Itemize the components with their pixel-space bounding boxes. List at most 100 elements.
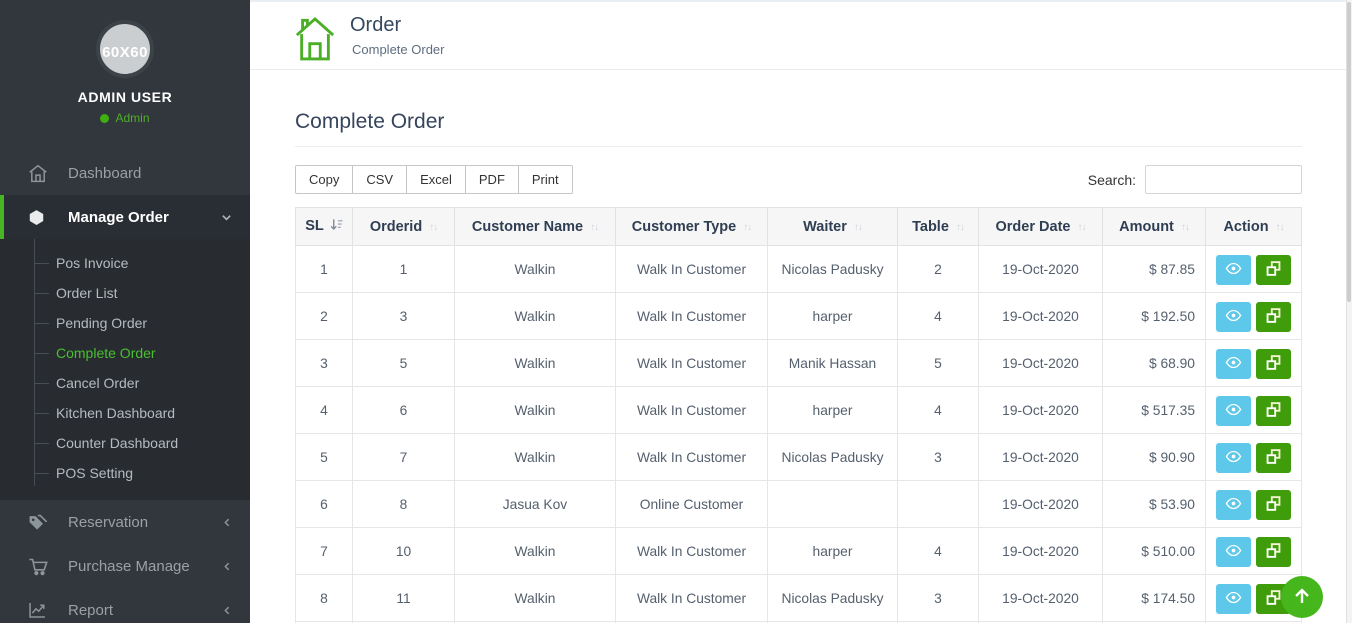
sidebar-item-label: Report	[68, 602, 113, 619]
sidebar-item-reservation[interactable]: Reservation	[0, 500, 250, 544]
arrow-up-icon	[1291, 585, 1313, 610]
clone-icon	[1265, 354, 1282, 374]
vertical-scrollbar[interactable]	[1346, 0, 1352, 623]
sidebar-item-manage-order[interactable]: Manage Order	[0, 195, 250, 239]
copy-button[interactable]: Copy	[295, 165, 353, 194]
cell-action	[1206, 293, 1302, 340]
column-header-amount[interactable]: Amount↑↓	[1103, 208, 1206, 246]
sidebar-item-label: Dashboard	[68, 165, 141, 182]
cell-amount: $ 174.50	[1103, 575, 1206, 622]
clone-button[interactable]	[1256, 537, 1291, 567]
submenu-item[interactable]: Pending Order	[0, 308, 250, 338]
cell-action	[1206, 387, 1302, 434]
scroll-to-top-button[interactable]	[1281, 576, 1323, 618]
section-heading: Complete Order	[295, 110, 1302, 147]
user-role: Admin	[0, 111, 250, 125]
cell-table: 3	[898, 434, 979, 481]
sidebar: 60X60 ADMIN USER Admin Dashboard Manage …	[0, 0, 250, 623]
submenu-item[interactable]: Order List	[0, 278, 250, 308]
clone-icon	[1265, 542, 1282, 562]
cell-table: 2	[898, 246, 979, 293]
search-input[interactable]	[1145, 165, 1302, 194]
clone-button[interactable]	[1256, 490, 1291, 520]
view-button[interactable]	[1216, 302, 1251, 332]
cell-customer-type: Walk In Customer	[616, 387, 768, 434]
view-button[interactable]	[1216, 584, 1251, 614]
submenu-item[interactable]: POS Setting	[0, 458, 250, 488]
submenu-item[interactable]: Counter Dashboard	[0, 428, 250, 458]
submenu-item[interactable]: Cancel Order	[0, 368, 250, 398]
eye-icon	[1225, 309, 1242, 325]
cell-waiter	[768, 481, 898, 528]
table-row: 3 5 Walkin Walk In Customer Manik Hassan…	[296, 340, 1302, 387]
column-header-order-date[interactable]: Order Date↑↓	[979, 208, 1103, 246]
sort-icon: ↑↓	[590, 222, 598, 233]
topbar: Order Complete Order	[250, 0, 1352, 70]
column-header-action[interactable]: Action↑↓	[1206, 208, 1302, 246]
scrollbar-thumb[interactable]	[1347, 2, 1351, 302]
cell-customer-name: Walkin	[455, 293, 616, 340]
cell-sl: 4	[296, 387, 353, 434]
column-header-orderid[interactable]: Orderid↑↓	[353, 208, 455, 246]
cell-customer-name: Walkin	[455, 246, 616, 293]
clone-icon	[1265, 307, 1282, 327]
column-header-sl[interactable]: SL	[296, 208, 353, 246]
view-button[interactable]	[1216, 443, 1251, 473]
cell-orderid: 8	[353, 481, 455, 528]
clone-button[interactable]	[1256, 349, 1291, 379]
user-name: ADMIN USER	[0, 89, 250, 105]
csv-button[interactable]: CSV	[352, 165, 407, 194]
column-header-waiter[interactable]: Waiter↑↓	[768, 208, 898, 246]
view-button[interactable]	[1216, 537, 1251, 567]
user-role-label: Admin	[115, 111, 149, 125]
clone-button[interactable]	[1256, 443, 1291, 473]
avatar: 60X60	[96, 20, 154, 78]
cell-waiter: Nicolas Padusky	[768, 246, 898, 293]
submenu-item[interactable]: Kitchen Dashboard	[0, 398, 250, 428]
chevron-down-icon	[221, 212, 232, 223]
column-header-customer-type[interactable]: Customer Type↑↓	[616, 208, 768, 246]
sidebar-item-purchase-manage[interactable]: Purchase Manage	[0, 544, 250, 588]
cell-customer-name: Walkin	[455, 575, 616, 622]
cell-order-date: 19-Oct-2020	[979, 481, 1103, 528]
pdf-button[interactable]: PDF	[465, 165, 519, 194]
clone-button[interactable]	[1256, 396, 1291, 426]
view-button[interactable]	[1216, 255, 1251, 285]
view-button[interactable]	[1216, 490, 1251, 520]
clone-icon	[1265, 401, 1282, 421]
cell-amount: $ 53.90	[1103, 481, 1206, 528]
cell-customer-type: Walk In Customer	[616, 575, 768, 622]
cell-order-date: 19-Oct-2020	[979, 387, 1103, 434]
eye-icon	[1225, 497, 1242, 513]
eye-icon	[1225, 403, 1242, 419]
sidebar-item-dashboard[interactable]: Dashboard	[0, 151, 250, 195]
online-status-dot	[100, 114, 109, 123]
sidebar-item-label: Reservation	[68, 514, 148, 531]
eye-icon	[1225, 356, 1242, 372]
cell-action	[1206, 340, 1302, 387]
table-row: 1 1 Walkin Walk In Customer Nicolas Padu…	[296, 246, 1302, 293]
cell-order-date: 19-Oct-2020	[979, 293, 1103, 340]
column-header-table[interactable]: Table↑↓	[898, 208, 979, 246]
cell-table: 4	[898, 293, 979, 340]
cell-orderid: 1	[353, 246, 455, 293]
sidebar-item-report[interactable]: Report	[0, 588, 250, 623]
export-button-group: Copy CSV Excel PDF Print	[295, 165, 573, 194]
chart-icon	[28, 601, 52, 619]
excel-button[interactable]: Excel	[406, 165, 466, 194]
submenu-item[interactable]: Complete Order	[0, 338, 250, 368]
sidebar-nav: Dashboard Manage Order Pos Invoice Order…	[0, 151, 250, 623]
cell-sl: 8	[296, 575, 353, 622]
view-button[interactable]	[1216, 349, 1251, 379]
cell-waiter: harper	[768, 528, 898, 575]
cell-orderid: 6	[353, 387, 455, 434]
cell-order-date: 19-Oct-2020	[979, 575, 1103, 622]
column-header-customer-name[interactable]: Customer Name↑↓	[455, 208, 616, 246]
view-button[interactable]	[1216, 396, 1251, 426]
cell-customer-type: Walk In Customer	[616, 340, 768, 387]
submenu-item[interactable]: Pos Invoice	[0, 248, 250, 278]
clone-button[interactable]	[1256, 302, 1291, 332]
clone-button[interactable]	[1256, 255, 1291, 285]
clone-icon	[1265, 495, 1282, 515]
print-button[interactable]: Print	[518, 165, 573, 194]
